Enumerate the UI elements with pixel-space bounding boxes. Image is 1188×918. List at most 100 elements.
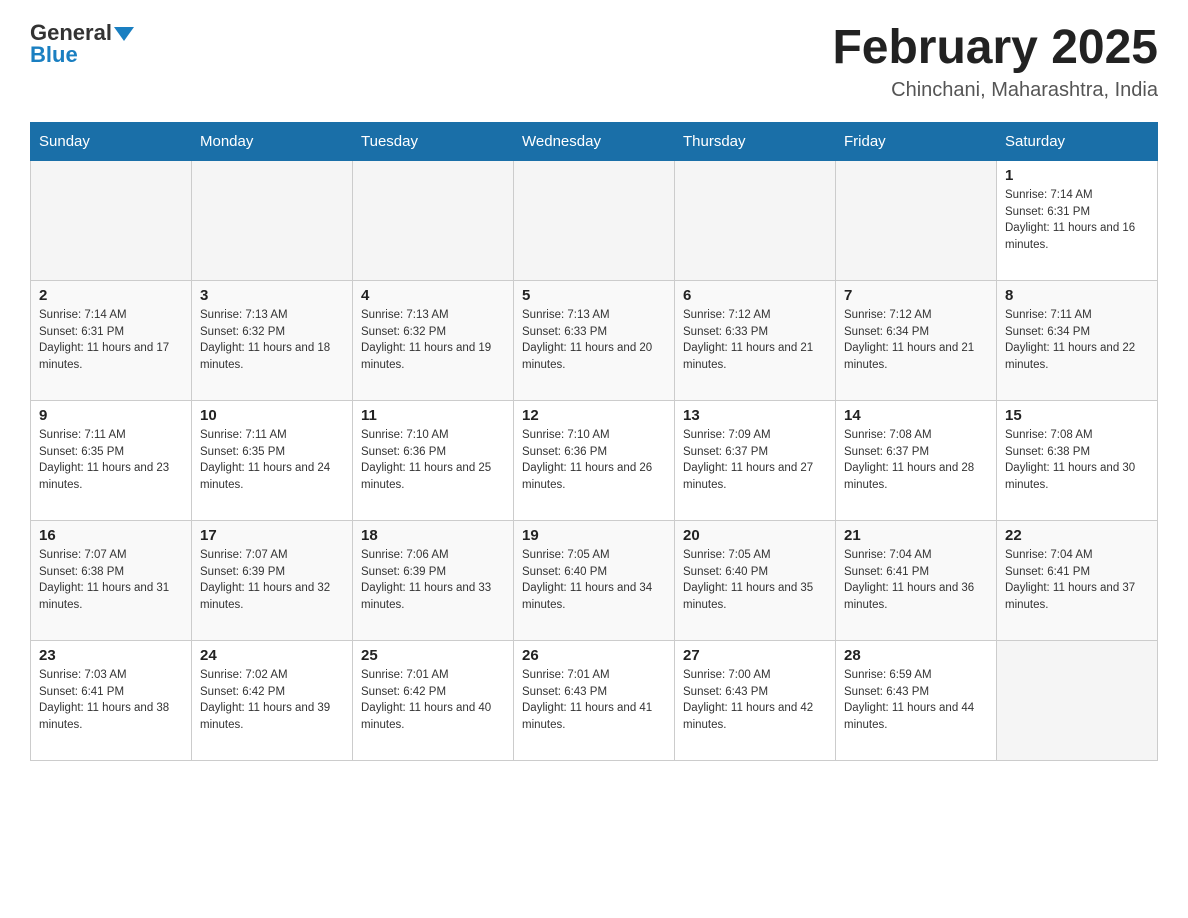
calendar-cell: 9 Sunrise: 7:11 AM Sunset: 6:35 PM Daylig… xyxy=(31,401,192,521)
calendar-cell: 2 Sunrise: 7:14 AM Sunset: 6:31 PM Daylig… xyxy=(31,281,192,401)
calendar-cell: 27 Sunrise: 7:00 AM Sunset: 6:43 PM Dayli… xyxy=(675,641,836,761)
col-tuesday: Tuesday xyxy=(353,123,514,161)
day-number: 20 xyxy=(683,527,827,544)
day-number: 16 xyxy=(39,527,183,544)
day-info: Sunrise: 7:04 AM Sunset: 6:41 PM Dayligh… xyxy=(1005,547,1149,614)
calendar-cell xyxy=(353,161,514,281)
calendar-cell xyxy=(514,161,675,281)
calendar-cell: 22 Sunrise: 7:04 AM Sunset: 6:41 PM Dayli… xyxy=(997,521,1158,641)
day-info: Sunrise: 7:05 AM Sunset: 6:40 PM Dayligh… xyxy=(522,547,666,614)
day-info: Sunrise: 7:13 AM Sunset: 6:33 PM Dayligh… xyxy=(522,307,666,374)
calendar-cell: 6 Sunrise: 7:12 AM Sunset: 6:33 PM Daylig… xyxy=(675,281,836,401)
logo-blue: Blue xyxy=(30,42,78,68)
day-number: 26 xyxy=(522,647,666,664)
title-block: February 2025 Chinchani, Maharashtra, In… xyxy=(832,20,1158,102)
day-number: 17 xyxy=(200,527,344,544)
day-info: Sunrise: 7:12 AM Sunset: 6:33 PM Dayligh… xyxy=(683,307,827,374)
col-thursday: Thursday xyxy=(675,123,836,161)
day-info: Sunrise: 7:11 AM Sunset: 6:35 PM Dayligh… xyxy=(200,427,344,494)
day-info: Sunrise: 7:14 AM Sunset: 6:31 PM Dayligh… xyxy=(39,307,183,374)
day-number: 13 xyxy=(683,407,827,424)
day-info: Sunrise: 7:03 AM Sunset: 6:41 PM Dayligh… xyxy=(39,667,183,734)
calendar-cell xyxy=(675,161,836,281)
calendar-week-row: 9 Sunrise: 7:11 AM Sunset: 6:35 PM Daylig… xyxy=(31,401,1158,521)
day-info: Sunrise: 7:13 AM Sunset: 6:32 PM Dayligh… xyxy=(200,307,344,374)
calendar-cell: 11 Sunrise: 7:10 AM Sunset: 6:36 PM Dayli… xyxy=(353,401,514,521)
calendar-cell xyxy=(997,641,1158,761)
calendar-cell: 24 Sunrise: 7:02 AM Sunset: 6:42 PM Dayli… xyxy=(192,641,353,761)
day-number: 2 xyxy=(39,287,183,304)
col-wednesday: Wednesday xyxy=(514,123,675,161)
day-number: 5 xyxy=(522,287,666,304)
calendar-cell xyxy=(192,161,353,281)
month-year-title: February 2025 xyxy=(832,20,1158,75)
day-number: 24 xyxy=(200,647,344,664)
day-number: 12 xyxy=(522,407,666,424)
day-number: 7 xyxy=(844,287,988,304)
day-info: Sunrise: 7:11 AM Sunset: 6:35 PM Dayligh… xyxy=(39,427,183,494)
day-number: 25 xyxy=(361,647,505,664)
calendar-cell: 18 Sunrise: 7:06 AM Sunset: 6:39 PM Dayli… xyxy=(353,521,514,641)
calendar-cell: 10 Sunrise: 7:11 AM Sunset: 6:35 PM Dayli… xyxy=(192,401,353,521)
calendar-cell xyxy=(31,161,192,281)
day-info: Sunrise: 7:11 AM Sunset: 6:34 PM Dayligh… xyxy=(1005,307,1149,374)
day-info: Sunrise: 7:07 AM Sunset: 6:39 PM Dayligh… xyxy=(200,547,344,614)
day-number: 14 xyxy=(844,407,988,424)
calendar-cell: 28 Sunrise: 6:59 AM Sunset: 6:43 PM Dayli… xyxy=(836,641,997,761)
day-number: 19 xyxy=(522,527,666,544)
calendar-cell: 19 Sunrise: 7:05 AM Sunset: 6:40 PM Dayli… xyxy=(514,521,675,641)
day-info: Sunrise: 7:04 AM Sunset: 6:41 PM Dayligh… xyxy=(844,547,988,614)
day-info: Sunrise: 7:02 AM Sunset: 6:42 PM Dayligh… xyxy=(200,667,344,734)
day-info: Sunrise: 7:13 AM Sunset: 6:32 PM Dayligh… xyxy=(361,307,505,374)
day-info: Sunrise: 7:10 AM Sunset: 6:36 PM Dayligh… xyxy=(361,427,505,494)
col-monday: Monday xyxy=(192,123,353,161)
day-info: Sunrise: 7:06 AM Sunset: 6:39 PM Dayligh… xyxy=(361,547,505,614)
col-saturday: Saturday xyxy=(997,123,1158,161)
day-info: Sunrise: 7:14 AM Sunset: 6:31 PM Dayligh… xyxy=(1005,187,1149,254)
calendar-cell: 12 Sunrise: 7:10 AM Sunset: 6:36 PM Dayli… xyxy=(514,401,675,521)
day-number: 18 xyxy=(361,527,505,544)
day-number: 21 xyxy=(844,527,988,544)
calendar-cell: 13 Sunrise: 7:09 AM Sunset: 6:37 PM Dayli… xyxy=(675,401,836,521)
day-number: 6 xyxy=(683,287,827,304)
calendar-header-row: Sunday Monday Tuesday Wednesday Thursday… xyxy=(31,123,1158,161)
page-header: General Blue February 2025 Chinchani, Ma… xyxy=(30,20,1158,102)
day-number: 1 xyxy=(1005,167,1149,184)
calendar-week-row: 2 Sunrise: 7:14 AM Sunset: 6:31 PM Daylig… xyxy=(31,281,1158,401)
calendar-cell: 26 Sunrise: 7:01 AM Sunset: 6:43 PM Dayli… xyxy=(514,641,675,761)
day-number: 9 xyxy=(39,407,183,424)
day-number: 27 xyxy=(683,647,827,664)
day-number: 8 xyxy=(1005,287,1149,304)
calendar-cell: 8 Sunrise: 7:11 AM Sunset: 6:34 PM Daylig… xyxy=(997,281,1158,401)
calendar-cell: 25 Sunrise: 7:01 AM Sunset: 6:42 PM Dayli… xyxy=(353,641,514,761)
calendar-cell: 3 Sunrise: 7:13 AM Sunset: 6:32 PM Daylig… xyxy=(192,281,353,401)
day-number: 4 xyxy=(361,287,505,304)
day-info: Sunrise: 7:08 AM Sunset: 6:37 PM Dayligh… xyxy=(844,427,988,494)
day-info: Sunrise: 7:00 AM Sunset: 6:43 PM Dayligh… xyxy=(683,667,827,734)
day-info: Sunrise: 7:01 AM Sunset: 6:42 PM Dayligh… xyxy=(361,667,505,734)
day-info: Sunrise: 7:08 AM Sunset: 6:38 PM Dayligh… xyxy=(1005,427,1149,494)
calendar-cell: 7Sunrise: 7:12 AM Sunset: 6:34 PM Daylig… xyxy=(836,281,997,401)
col-sunday: Sunday xyxy=(31,123,192,161)
calendar-cell: 17 Sunrise: 7:07 AM Sunset: 6:39 PM Dayli… xyxy=(192,521,353,641)
calendar-cell: 14 Sunrise: 7:08 AM Sunset: 6:37 PM Dayli… xyxy=(836,401,997,521)
day-info: Sunrise: 7:01 AM Sunset: 6:43 PM Dayligh… xyxy=(522,667,666,734)
day-info: Sunrise: 6:59 AM Sunset: 6:43 PM Dayligh… xyxy=(844,667,988,734)
day-info: Sunrise: 7:09 AM Sunset: 6:37 PM Dayligh… xyxy=(683,427,827,494)
calendar-week-row: 1 Sunrise: 7:14 AM Sunset: 6:31 PM Daylig… xyxy=(31,161,1158,281)
calendar-cell: 15 Sunrise: 7:08 AM Sunset: 6:38 PM Dayli… xyxy=(997,401,1158,521)
day-number: 28 xyxy=(844,647,988,664)
calendar-cell xyxy=(836,161,997,281)
day-number: 11 xyxy=(361,407,505,424)
location-subtitle: Chinchani, Maharashtra, India xyxy=(832,79,1158,102)
day-number: 3 xyxy=(200,287,344,304)
calendar-cell: 20Sunrise: 7:05 AM Sunset: 6:40 PM Dayli… xyxy=(675,521,836,641)
day-number: 10 xyxy=(200,407,344,424)
calendar-table: Sunday Monday Tuesday Wednesday Thursday… xyxy=(30,122,1158,761)
day-number: 15 xyxy=(1005,407,1149,424)
logo: General Blue xyxy=(30,20,134,68)
calendar-cell: 23Sunrise: 7:03 AM Sunset: 6:41 PM Dayli… xyxy=(31,641,192,761)
day-number: 22 xyxy=(1005,527,1149,544)
day-info: Sunrise: 7:07 AM Sunset: 6:38 PM Dayligh… xyxy=(39,547,183,614)
day-info: Sunrise: 7:10 AM Sunset: 6:36 PM Dayligh… xyxy=(522,427,666,494)
